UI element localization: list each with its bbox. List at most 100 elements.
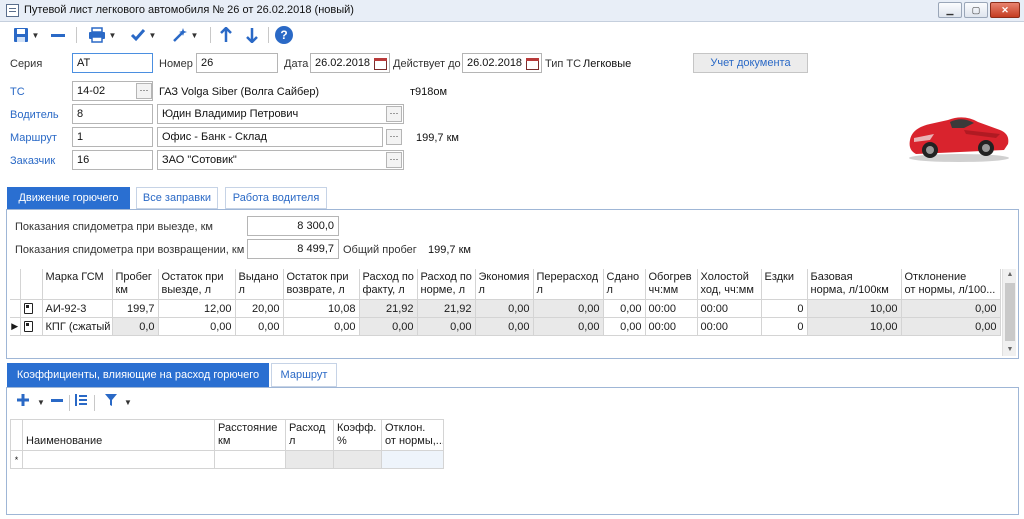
column-header[interactable]: Остаток при возврате, л	[283, 269, 360, 300]
calendar-icon[interactable]	[372, 55, 388, 71]
row-indicator[interactable]	[10, 299, 21, 318]
route-lookup-button[interactable]: ···	[386, 129, 402, 145]
tab-all-refuels[interactable]: Все заправки	[136, 187, 218, 209]
row-indicator[interactable]: ▶	[10, 317, 21, 336]
remove-button[interactable]	[48, 25, 68, 45]
customer-label[interactable]: Заказчик	[10, 155, 55, 167]
driver-code-input[interactable]: 8	[72, 104, 153, 124]
fuel-grade-cell[interactable]: АИ-92-3	[42, 299, 113, 318]
print-dropdown-caret[interactable]: ▼	[109, 31, 117, 40]
remainder-in-cell[interactable]: 0,00	[283, 317, 360, 336]
issued-cell[interactable]: 20,00	[235, 299, 284, 318]
minimize-button[interactable]: ▁	[938, 2, 962, 18]
returned-cell[interactable]: 0,00	[603, 317, 646, 336]
approve-button[interactable]: ▼	[124, 25, 162, 45]
mileage-cell[interactable]: 0,0	[112, 317, 159, 336]
column-header[interactable]: Расход л	[285, 419, 334, 451]
column-header[interactable]: Холостой ход, чч:мм	[697, 269, 762, 300]
heating-cell[interactable]: 00:00	[645, 299, 698, 318]
add-dropdown-caret[interactable]: ▼	[37, 398, 45, 407]
tab-driver-work[interactable]: Работа водителя	[225, 187, 327, 209]
add-coefficient-button[interactable]	[16, 393, 30, 411]
approve-dropdown-caret[interactable]: ▼	[149, 31, 157, 40]
idle-cell[interactable]: 00:00	[697, 299, 762, 318]
move-down-button[interactable]	[242, 25, 262, 45]
driver-lookup-button[interactable]: ···	[386, 106, 402, 122]
vehicle-name: ГАЗ Volga Siber (Волга Сайбер)	[159, 86, 320, 98]
heating-cell[interactable]: 00:00	[645, 317, 698, 336]
series-input[interactable]: АТ	[72, 53, 153, 73]
wand-button[interactable]: ▼	[166, 25, 204, 45]
trips-cell[interactable]: 0	[761, 299, 808, 318]
table-row[interactable]: ▶ КПГ (сжатый 0,0 0,00 0,00 0,00 0,00 0,…	[10, 317, 1001, 336]
print-button[interactable]: ▼	[84, 25, 120, 45]
number-input[interactable]: 26	[196, 53, 278, 73]
customer-name-input[interactable]: ЗАО "Сотовик"	[157, 150, 404, 170]
vehicle-lookup-button[interactable]: ···	[136, 83, 152, 99]
move-up-button[interactable]	[216, 25, 236, 45]
filter-dropdown-caret[interactable]: ▼	[124, 398, 132, 407]
column-header[interactable]: Остаток при выезде, л	[158, 269, 236, 300]
calendar-icon[interactable]	[524, 55, 540, 71]
column-header[interactable]: Отклон. от нормы,...	[381, 419, 444, 451]
route-name-input[interactable]: Офис - Банк - Склад	[157, 127, 383, 147]
column-header[interactable]: Сдано л	[603, 269, 646, 300]
customer-code-input[interactable]: 16	[72, 150, 153, 170]
column-header[interactable]: Ездки	[761, 269, 808, 300]
coefficients-table-header: Наименование Расстояние км Расход л Коэфф.…	[10, 419, 444, 451]
mileage-cell[interactable]: 199,7	[112, 299, 159, 318]
close-button[interactable]: ✕	[990, 2, 1020, 18]
save-button[interactable]: ▼	[8, 25, 44, 45]
returned-cell[interactable]: 0,00	[603, 299, 646, 318]
coef-name-cell[interactable]	[22, 450, 215, 469]
scroll-up-arrow[interactable]: ▲	[1003, 269, 1017, 281]
column-header[interactable]: Расход по факту, л	[359, 269, 418, 300]
column-header[interactable]: Расход по норме, л	[417, 269, 476, 300]
customer-lookup-button[interactable]: ···	[386, 152, 402, 168]
vehicle-label[interactable]: ТС	[10, 86, 25, 98]
column-header[interactable]: Отклонение от нормы, л/100...	[901, 269, 1001, 300]
odometer-in-input[interactable]: 8 499,7	[247, 239, 339, 259]
minus-icon	[51, 34, 65, 37]
column-header[interactable]: Выдано л	[235, 269, 284, 300]
odometer-out-input[interactable]: 8 300,0	[247, 216, 339, 236]
new-row[interactable]: *	[10, 450, 444, 469]
account-document-button[interactable]: Учет документа	[693, 53, 808, 73]
scroll-down-arrow[interactable]: ▼	[1003, 344, 1017, 356]
tab-route[interactable]: Маршрут	[271, 363, 337, 387]
column-header[interactable]: Расстояние км	[214, 419, 286, 451]
idle-cell[interactable]: 00:00	[697, 317, 762, 336]
save-dropdown-caret[interactable]: ▼	[32, 31, 40, 40]
help-button[interactable]: ?	[274, 25, 294, 45]
remainder-out-cell[interactable]: 0,00	[158, 317, 236, 336]
filter-button[interactable]	[104, 393, 118, 411]
driver-name-input[interactable]: Юдин Владимир Петрович	[157, 104, 404, 124]
column-header[interactable]: Перерасход л	[533, 269, 604, 300]
remainder-out-cell[interactable]: 12,00	[158, 299, 236, 318]
issued-cell[interactable]: 0,00	[235, 317, 284, 336]
column-header[interactable]: Базовая норма, л/100км	[807, 269, 902, 300]
coef-distance-cell[interactable]	[214, 450, 286, 469]
route-code-input[interactable]: 1	[72, 127, 153, 147]
column-header[interactable]: Наименование	[22, 419, 215, 451]
column-header[interactable]: Коэфф.%	[333, 419, 382, 451]
list-button[interactable]	[74, 393, 88, 411]
column-header[interactable]: Обогрев чч:мм	[645, 269, 698, 300]
route-label[interactable]: Маршрут	[10, 132, 57, 144]
tab-coefficients[interactable]: Коэффициенты, влияющие на расход горючег…	[7, 363, 269, 387]
wand-dropdown-caret[interactable]: ▼	[191, 31, 199, 40]
remove-coefficient-button[interactable]	[50, 393, 64, 411]
maximize-button[interactable]: ▢	[964, 2, 988, 18]
fuel-table-scrollbar[interactable]: ▲ ▼	[1002, 269, 1016, 356]
scroll-thumb[interactable]	[1005, 283, 1015, 341]
remainder-in-cell[interactable]: 10,08	[283, 299, 360, 318]
table-row[interactable]: АИ-92-3 199,7 12,00 20,00 10,08 21,92 21…	[10, 299, 1001, 318]
fuel-table-header: Марка ГСМ Пробег км Остаток при выезде, л …	[10, 269, 1001, 300]
column-header[interactable]: Марка ГСМ	[42, 269, 113, 300]
fuel-grade-cell[interactable]: КПГ (сжатый	[42, 317, 113, 336]
driver-label[interactable]: Водитель	[10, 109, 59, 121]
trips-cell[interactable]: 0	[761, 317, 808, 336]
tab-fuel-movement[interactable]: Движение горючего	[7, 187, 130, 209]
column-header[interactable]: Экономия л	[475, 269, 534, 300]
column-header[interactable]: Пробег км	[112, 269, 159, 300]
